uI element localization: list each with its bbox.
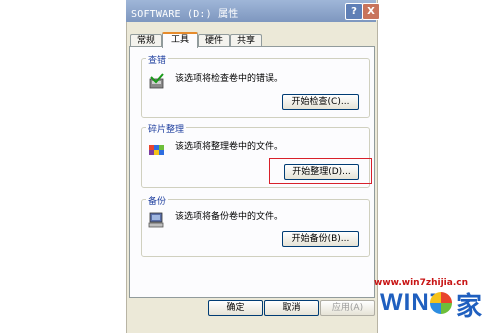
title-bar[interactable]: SOFTWARE (D:) 属性 ? X [126, 0, 380, 22]
watermark-url: www.win7zhijia.cn [374, 278, 468, 288]
backup-group [141, 199, 370, 257]
error-check-description: 该选项将检查卷中的错误。 [175, 74, 284, 84]
window-title: SOFTWARE (D:) 属性 [131, 9, 239, 20]
apply-button[interactable]: 应用(A) [320, 300, 375, 316]
backup-icon [148, 212, 164, 228]
backup-group-label: 备份 [146, 194, 169, 207]
backup-description: 该选项将备份卷中的文件。 [175, 212, 284, 222]
windows-logo-icon [430, 292, 452, 314]
watermark-brand-suffix: 家 [456, 292, 483, 322]
start-check-button[interactable]: 开始检查(C)... [282, 94, 359, 110]
tab-tools[interactable]: 工具 [162, 32, 198, 48]
highlight-box [269, 158, 372, 184]
help-button[interactable]: ? [345, 3, 363, 20]
close-button[interactable]: X [362, 3, 380, 20]
defrag-icon [149, 145, 164, 155]
cancel-button[interactable]: 取消 [264, 300, 319, 316]
ok-button[interactable]: 确定 [208, 300, 263, 316]
defrag-group-label: 碎片整理 [146, 122, 187, 135]
defrag-description: 该选项将整理卷中的文件。 [175, 142, 284, 152]
error-check-group-label: 查错 [146, 53, 169, 66]
start-backup-button[interactable]: 开始备份(B)... [282, 231, 359, 247]
disk-check-icon [149, 73, 164, 89]
